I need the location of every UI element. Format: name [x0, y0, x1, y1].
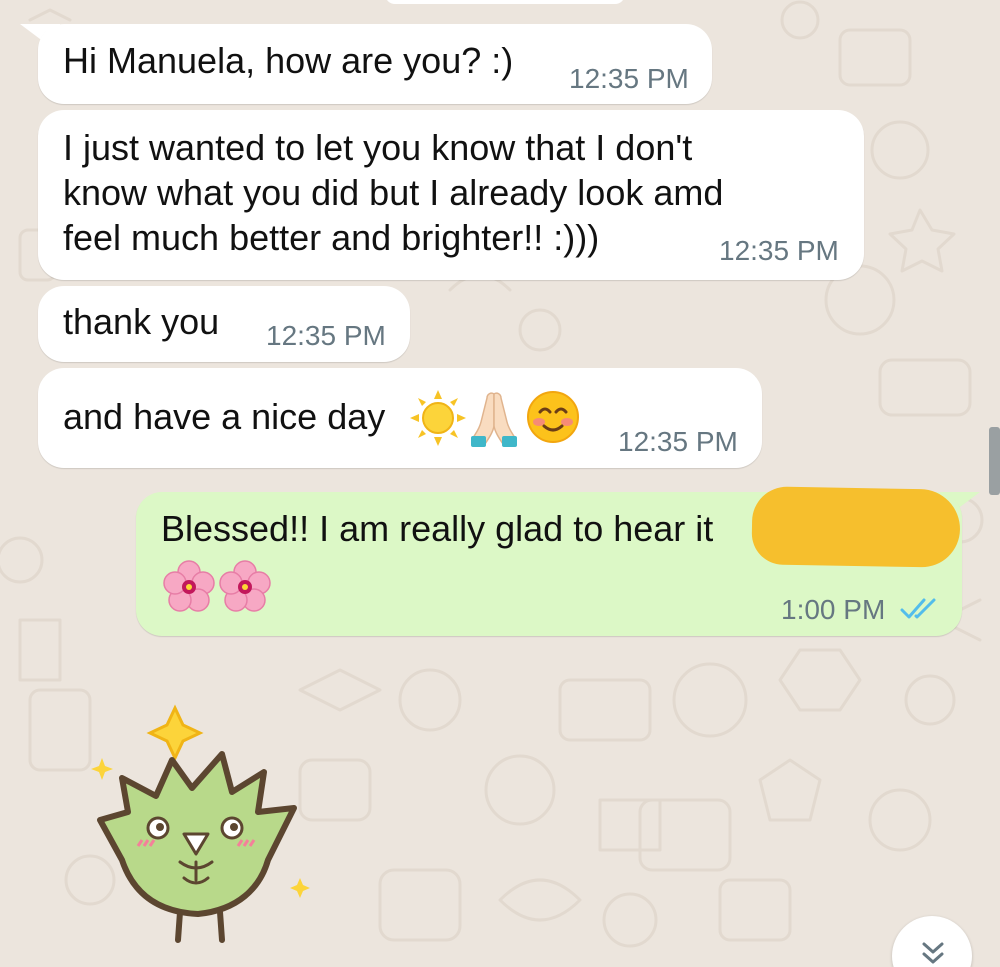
- double-check-icon: [900, 598, 936, 619]
- message-text-line: know what you did but I already look amd: [63, 172, 724, 213]
- double-chevron-down-icon: [922, 942, 944, 964]
- incoming-message[interactable]: thank you 12:35 PM: [38, 286, 410, 362]
- message-text: thank you: [63, 301, 220, 342]
- message-text: Hi Manuela, how are you? :): [63, 40, 514, 81]
- incoming-message[interactable]: Hi Manuela, how are you? :) 12:35 PM: [38, 24, 712, 104]
- message-time: 12:35 PM: [618, 426, 738, 457]
- previous-message-stub: [385, 0, 625, 4]
- message-text-line: I just wanted to let you know that I don…: [63, 127, 693, 168]
- message-text: Blessed!! I am really glad to hear it: [161, 508, 714, 549]
- incoming-message[interactable]: I just wanted to let you know that I don…: [38, 110, 864, 280]
- message-text: and have a nice day: [63, 396, 386, 437]
- message-time: 12:35 PM: [569, 63, 689, 94]
- folded-hands-emoji: [471, 392, 517, 447]
- scrollbar-thumb[interactable]: [989, 427, 1000, 495]
- message-text-line: feel much better and brighter!! :))): [63, 217, 600, 258]
- message-time: 12:35 PM: [266, 320, 386, 351]
- message-time: 12:35 PM: [719, 235, 839, 266]
- redaction-mark: [751, 486, 961, 568]
- cherry-blossom-emoji: [163, 560, 215, 612]
- cherry-blossom-emoji: [219, 560, 271, 612]
- sun-emoji: [410, 390, 466, 446]
- incoming-message[interactable]: and have a nice day 12:35 PM: [38, 368, 762, 468]
- smiling-blush-emoji: [527, 391, 579, 443]
- message-time: 1:00 PM: [781, 594, 886, 625]
- leaf-character-sticker[interactable]: [80, 700, 320, 955]
